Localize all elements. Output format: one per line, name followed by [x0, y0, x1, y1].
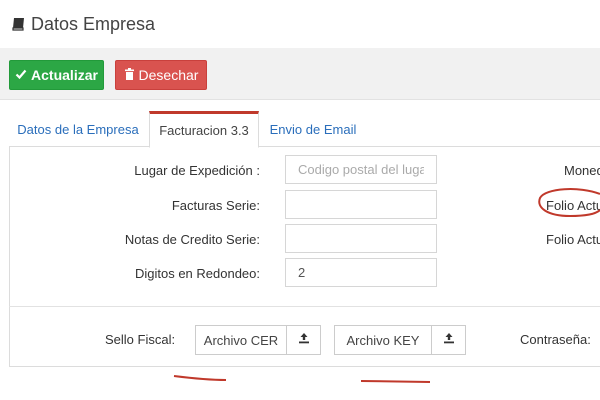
- tab-bar: Datos de la Empresa Facturacion 3.3 Envi…: [9, 111, 600, 148]
- action-toolbar: Actualizar Desechar: [0, 48, 600, 100]
- trash-icon: [124, 67, 135, 83]
- lugar-expedicion-label: Lugar de Expedición :: [134, 163, 260, 178]
- key-file-group: Archivo KEY: [334, 325, 466, 355]
- folio-actual-notas-label: Folio Actu: [546, 232, 600, 247]
- discard-button-label: Desechar: [138, 67, 199, 83]
- facturas-serie-input[interactable]: [285, 190, 437, 219]
- notas-credito-serie-input[interactable]: [285, 224, 437, 253]
- tab-facturacion[interactable]: Facturacion 3.3: [149, 111, 259, 148]
- upload-key-button[interactable]: [432, 325, 466, 355]
- upload-icon: [443, 331, 455, 349]
- check-icon: [15, 67, 27, 83]
- notas-credito-serie-label: Notas de Credito Serie:: [124, 232, 260, 247]
- moneda-label: Moned: [564, 163, 600, 178]
- cer-file-group: Archivo CER: [195, 325, 321, 355]
- digitos-redondeo-label: Digitos en Redondeo:: [134, 266, 260, 281]
- book-icon: [12, 17, 25, 31]
- lugar-expedicion-input[interactable]: [285, 155, 437, 184]
- page-header: Datos Empresa: [0, 0, 600, 48]
- tab-datos-empresa[interactable]: Datos de la Empresa: [9, 111, 147, 147]
- page-title: Datos Empresa: [31, 13, 156, 34]
- cer-file-field[interactable]: Archivo CER: [195, 325, 287, 355]
- sello-fiscal-label: Sello Fiscal:: [105, 332, 176, 347]
- folio-actual-facturas-label: Folio Actu: [546, 198, 600, 213]
- section-divider: [9, 306, 600, 307]
- upload-icon: [298, 331, 310, 349]
- update-button-label: Actualizar: [31, 67, 98, 83]
- digitos-redondeo-input[interactable]: [285, 258, 437, 287]
- password-label: Contraseña:: [520, 332, 591, 347]
- key-file-field[interactable]: Archivo KEY: [334, 325, 432, 355]
- facturas-serie-label: Facturas Serie:: [171, 198, 260, 213]
- discard-button[interactable]: Desechar: [115, 60, 207, 90]
- update-button[interactable]: Actualizar: [9, 60, 104, 90]
- upload-cer-button[interactable]: [287, 325, 321, 355]
- tab-envio-email[interactable]: Envio de Email: [263, 111, 363, 147]
